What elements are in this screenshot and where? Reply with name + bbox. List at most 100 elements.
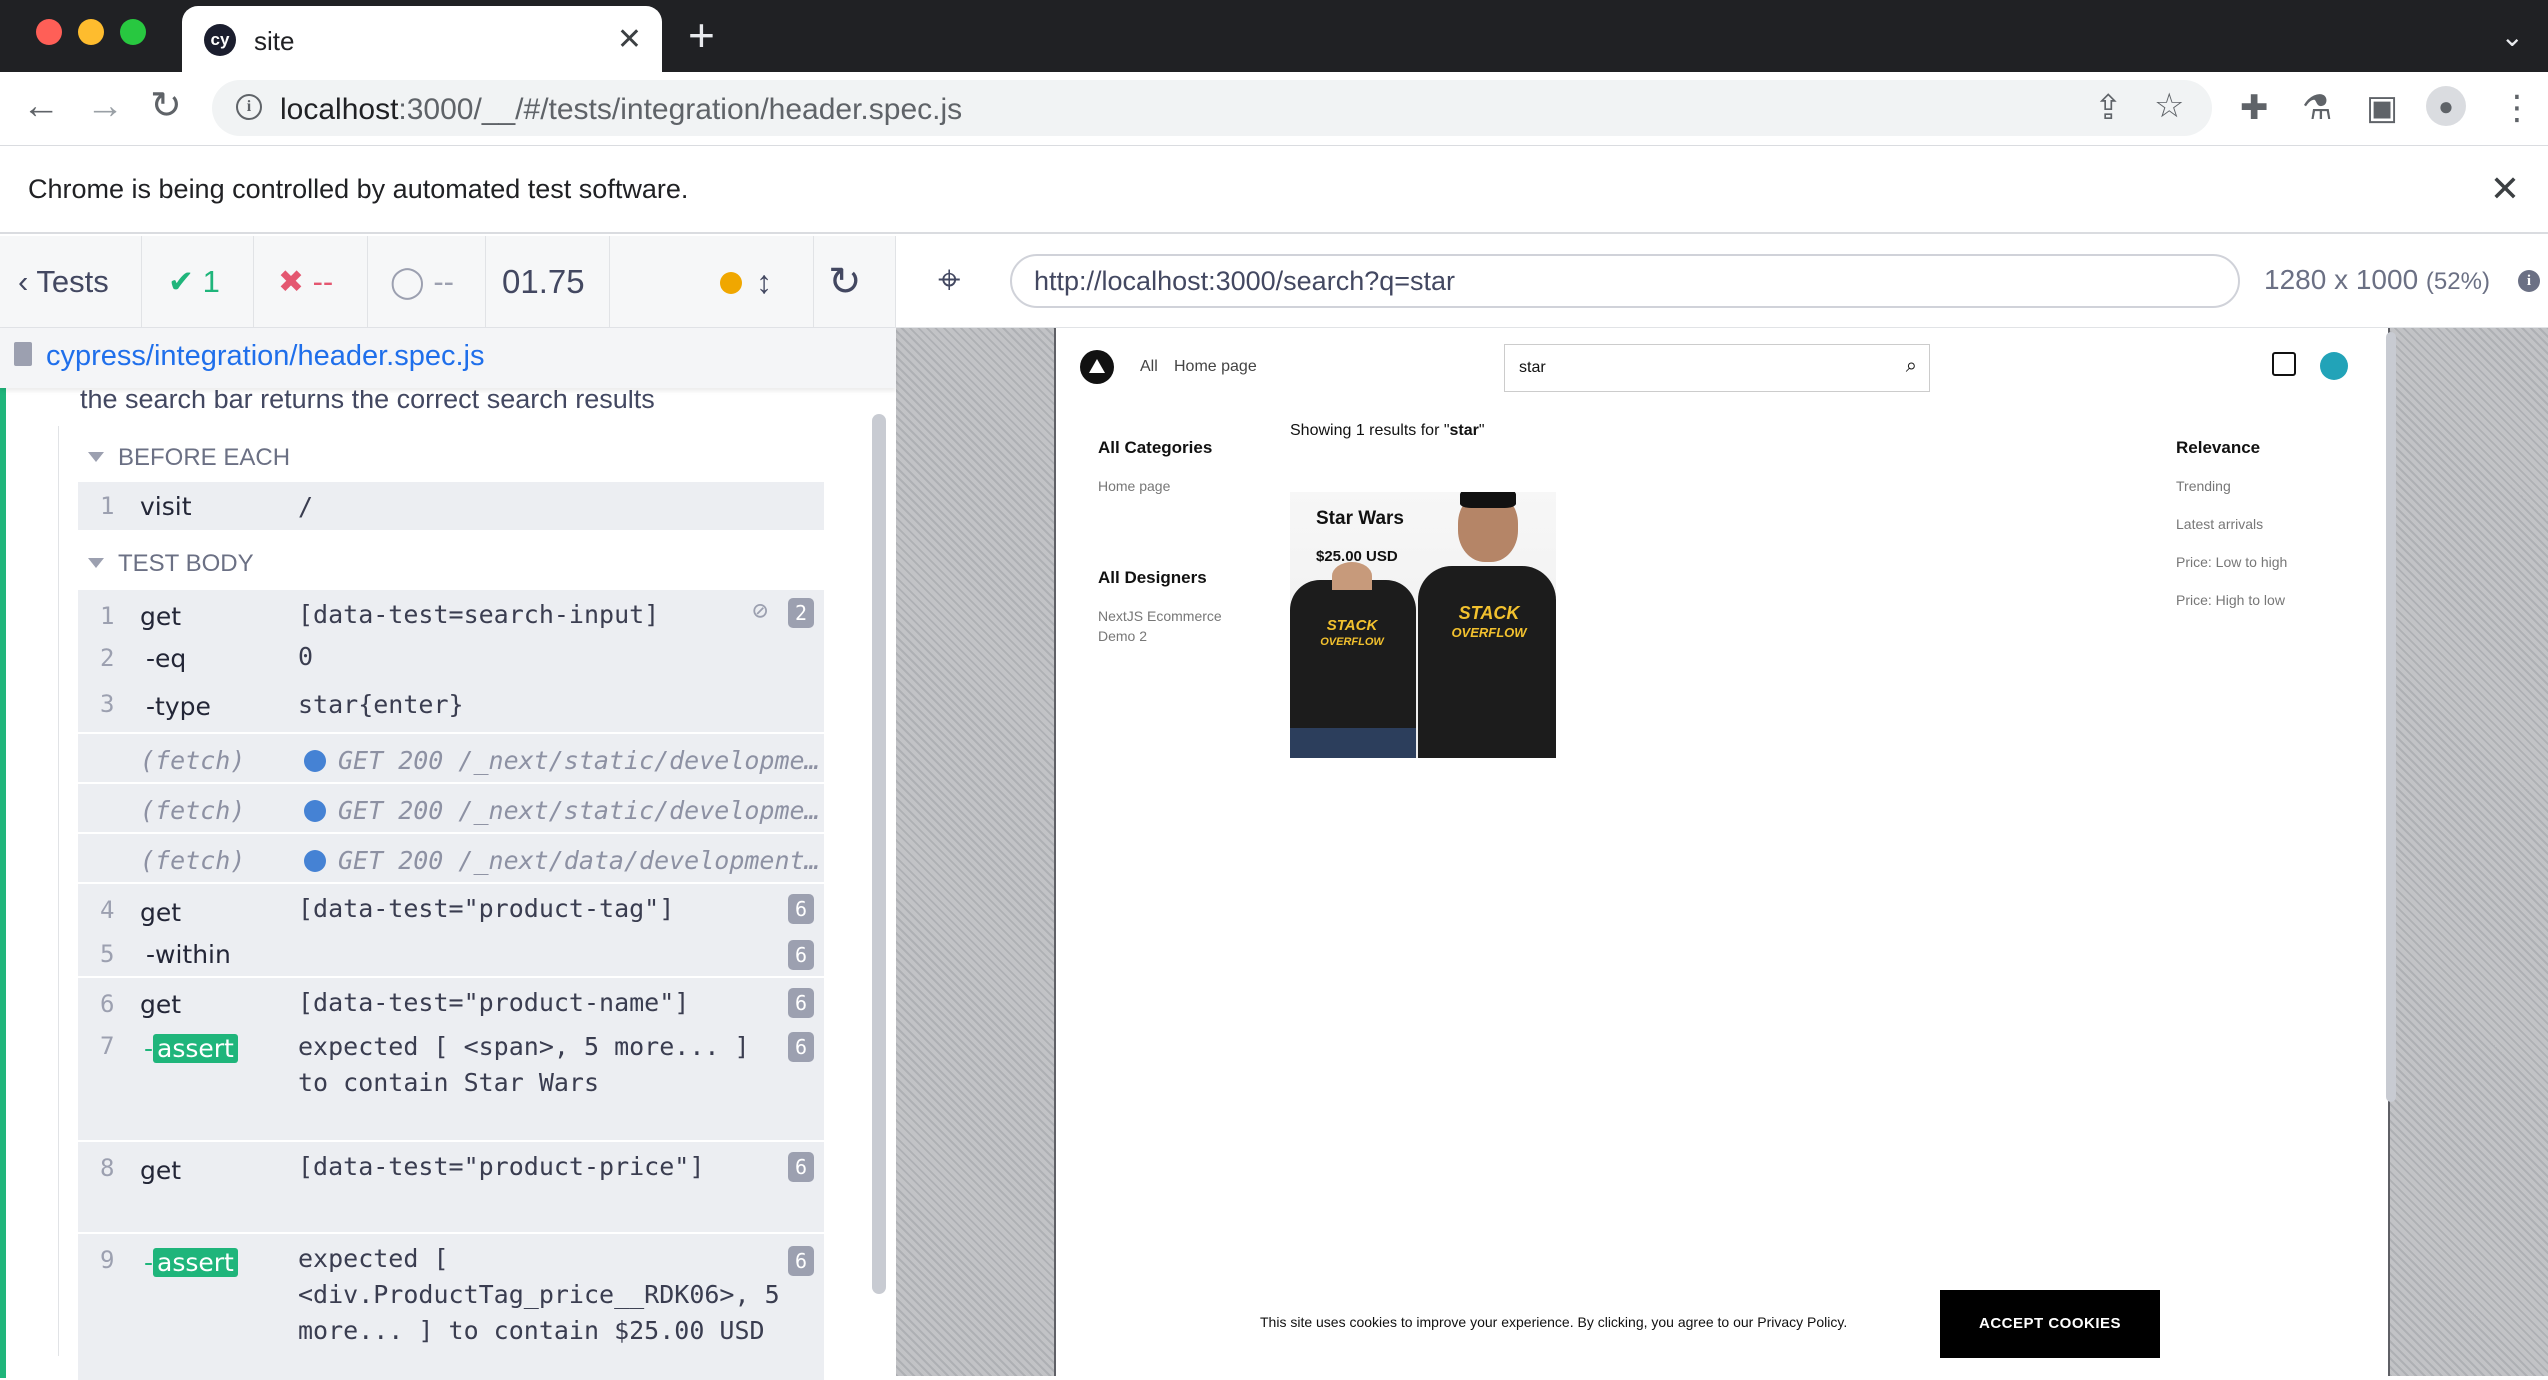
auto-scroll-icon[interactable]: ↕ (756, 236, 772, 328)
command-row[interactable]: 8 get [data-test="product-price"] 6 (78, 1140, 824, 1232)
tab-close-icon[interactable]: ✕ (617, 22, 642, 57)
labs-flask-icon[interactable]: ⚗ (2302, 90, 2332, 126)
chevron-left-icon: ‹ (18, 264, 29, 299)
iframe-scrollbar[interactable] (2386, 332, 2396, 1102)
sort-option[interactable]: Price: High to low (2176, 592, 2285, 608)
element-count-badge: 6 (788, 1152, 814, 1182)
site-search-input[interactable]: star ⌕ (1504, 344, 1930, 392)
element-count-badge: 6 (788, 940, 814, 970)
window-zoom-button[interactable] (120, 19, 146, 45)
address-bar[interactable]: i localhost:3000/__/#/tests/integration/… (212, 80, 2212, 136)
assert-row[interactable]: 7 - assert expected [ <span>, 5 more... ]… (78, 1024, 824, 1142)
address-bar-url: localhost:3000/__/#/tests/integration/he… (280, 93, 963, 126)
aut-url-bar[interactable]: http://localhost:3000/search?q=star (1010, 254, 2240, 308)
tree-guide (58, 426, 59, 1356)
command-row[interactable]: 1 get [data-test=search-input] ⊘ 2 (78, 590, 824, 636)
file-icon (14, 342, 32, 366)
window-minimize-button[interactable] (78, 19, 104, 45)
designer-link[interactable]: NextJS Ecommerce (1098, 608, 1222, 624)
command-row[interactable]: 2 -eq 0 (78, 636, 824, 682)
sort-option[interactable]: Latest arrivals (2176, 516, 2263, 532)
command-row[interactable]: 4 get [data-test="product-tag"] 6 (78, 884, 824, 930)
fetch-row[interactable]: (fetch) GET 200 /_next/data/development… (78, 832, 824, 882)
profile-avatar-icon[interactable]: ● (2426, 86, 2466, 126)
user-avatar[interactable] (2320, 352, 2348, 380)
assert-label: assert (153, 1248, 238, 1277)
product-price: $25.00 USD (1316, 548, 1398, 565)
new-tab-icon[interactable]: + (688, 12, 715, 58)
designers-title: All Designers (1098, 568, 1207, 587)
designer-link[interactable]: Demo 2 (1098, 628, 1147, 644)
test-title[interactable]: the search bar returns the correct searc… (80, 390, 655, 415)
reporter-scrollbar[interactable] (872, 414, 886, 1294)
running-dot-icon (720, 272, 742, 294)
request-dot-icon (304, 800, 326, 822)
reload-icon[interactable]: ↻ (150, 86, 182, 126)
category-link[interactable]: Home page (1098, 478, 1170, 494)
hidden-eye-icon[interactable]: ⊘ (752, 596, 768, 626)
cookie-banner: This site uses cookies to improve your e… (1056, 1232, 2388, 1376)
side-panel-icon[interactable]: ▣ (2366, 90, 2398, 126)
element-count-badge: 6 (788, 894, 814, 924)
element-count-badge: 6 (788, 1246, 814, 1276)
sort-option[interactable]: Price: Low to high (2176, 554, 2287, 570)
nav-link-home[interactable]: Home page (1174, 358, 1257, 376)
browser-tab[interactable]: cy site ✕ (182, 6, 662, 72)
back-arrow-icon[interactable]: ← (22, 86, 60, 126)
request-dot-icon (304, 750, 326, 772)
browser-toolbar: ← → ↻ i localhost:3000/__/#/tests/integr… (0, 72, 2548, 146)
x-icon: ✖ (278, 264, 304, 299)
aut-header: ⌖ http://localhost:3000/search?q=star 12… (896, 236, 2548, 328)
share-icon[interactable]: ⇪ (2094, 90, 2123, 126)
caret-down-icon (88, 452, 104, 462)
viewport-info-icon[interactable]: i (2518, 270, 2540, 292)
spec-path-bar: cypress/integration/header.spec.js (0, 328, 896, 388)
sort-option[interactable]: Trending (2176, 478, 2231, 494)
site-info-icon[interactable]: i (236, 94, 262, 120)
nav-link-all[interactable]: All (1140, 358, 1158, 376)
command-row[interactable]: 5 -within 6 (78, 930, 824, 978)
window-close-button[interactable] (36, 19, 62, 45)
sort-title: Relevance (2176, 438, 2261, 457)
cypress-favicon-icon: cy (204, 24, 236, 56)
pending-circle-icon: ◯ (390, 264, 425, 299)
request-dot-icon (304, 850, 326, 872)
command-row[interactable]: 3 -type star{enter} (78, 682, 824, 732)
selector-playground-crosshair-icon[interactable]: ⌖ (938, 260, 961, 300)
command-row[interactable]: 1 visit / (78, 482, 824, 530)
site-logo-icon[interactable] (1080, 350, 1114, 384)
product-card[interactable]: STACK OVERFLOW STACK OVERFLOW Star Wars $2… (1290, 492, 1556, 758)
search-icon[interactable]: ⌕ (1906, 355, 1917, 378)
assert-label: assert (153, 1034, 238, 1063)
command-group: 4 get [data-test="product-tag"] 6 5 -wit… (78, 882, 824, 976)
accept-cookies-button[interactable]: ACCEPT COOKIES (1940, 1290, 2160, 1358)
cart-icon[interactable] (2272, 352, 2296, 376)
rerun-icon[interactable]: ↻ (814, 236, 896, 328)
element-count-badge: 6 (788, 1032, 814, 1062)
command-group: 6 get [data-test="product-name"] 6 7 - as… (78, 976, 824, 1140)
fetch-row[interactable]: (fetch) GET 200 /_next/static/developme… (78, 732, 824, 782)
extensions-puzzle-icon[interactable]: ✚ (2240, 90, 2269, 126)
command-row[interactable]: 6 get [data-test="product-name"] 6 (78, 978, 824, 1024)
viewport-size: 1280 x 1000 (52%) (2264, 264, 2490, 295)
duration: 01.75 (486, 236, 610, 328)
infobar-close-icon[interactable]: ✕ (2490, 168, 2520, 210)
shirt-print-right: STACK OVERFLOW (1451, 603, 1527, 640)
tests-back-button[interactable]: ‹ Tests (0, 236, 142, 328)
run-status: ↕ (610, 236, 814, 328)
tab-search-chevron-icon[interactable]: ⌄ (2501, 20, 2524, 53)
forward-arrow-icon[interactable]: → (86, 86, 124, 126)
element-count-badge: 6 (788, 988, 814, 1018)
before-each-hook[interactable]: BEFORE EACH (88, 444, 290, 472)
spec-path-link[interactable]: cypress/integration/header.spec.js (46, 340, 484, 373)
bookmark-star-icon[interactable]: ☆ (2154, 88, 2184, 124)
automation-infobar: Chrome is being controlled by automated … (0, 146, 2548, 234)
check-icon: ✔ (168, 264, 194, 299)
automation-message: Chrome is being controlled by automated … (28, 174, 689, 204)
assert-row[interactable]: 9 - assert expected [ <div.ProductTag_pri… (78, 1232, 824, 1380)
fetch-row[interactable]: (fetch) GET 200 /_next/static/developme… (78, 782, 824, 832)
caret-down-icon (88, 558, 104, 568)
shirt-print-left: STACK OVERFLOW (1320, 617, 1384, 648)
test-body-hook[interactable]: TEST BODY (88, 550, 254, 578)
chrome-menu-icon[interactable]: ⋮ (2500, 90, 2534, 126)
